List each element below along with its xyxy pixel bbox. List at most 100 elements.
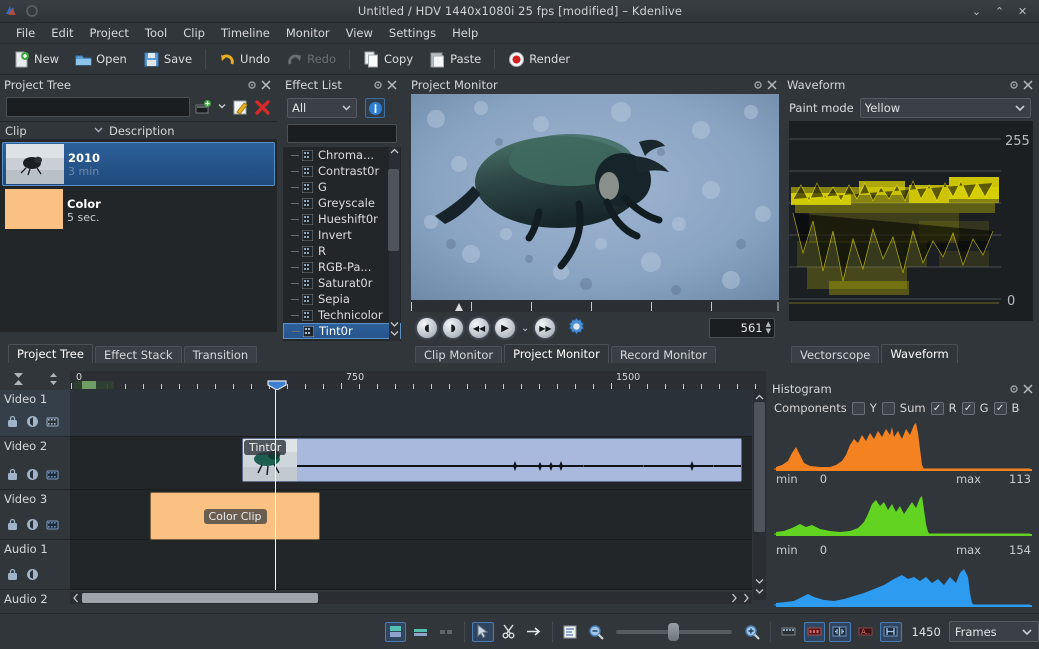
tab-record-monitor[interactable]: Record Monitor: [610, 346, 716, 363]
spinner-arrows-icon[interactable]: ▲ ▼: [763, 321, 771, 335]
razor-tool-button[interactable]: [498, 622, 519, 642]
list-item[interactable]: RGB-Pa...: [283, 259, 401, 275]
mute-speaker-icon[interactable]: [26, 468, 39, 484]
track-header-audio-1[interactable]: Audio 1: [0, 540, 70, 590]
list-item[interactable]: primaries: [283, 339, 401, 341]
timeline-horizontal-scrollbar[interactable]: [70, 592, 752, 604]
hide-video-icon[interactable]: [46, 415, 59, 431]
fit-zoom-button[interactable]: [559, 622, 580, 642]
list-item[interactable]: 2010 3 min: [2, 142, 275, 186]
list-item[interactable]: Color 5 sec.: [2, 188, 275, 232]
list-item[interactable]: Invert: [283, 227, 401, 243]
track-body-audio-1[interactable]: [70, 540, 752, 590]
minimize-button[interactable]: ⌄: [970, 5, 983, 18]
project-tree-search-input[interactable]: [6, 97, 190, 117]
mute-speaker-icon[interactable]: [26, 415, 39, 431]
delete-clip-icon[interactable]: [254, 99, 271, 116]
tab-project-monitor[interactable]: Project Monitor: [504, 344, 609, 363]
time-unit-select[interactable]: Frames: [948, 621, 1039, 642]
undo-button[interactable]: Undo: [212, 48, 277, 71]
menu-timeline[interactable]: Timeline: [213, 24, 278, 42]
menu-monitor[interactable]: Monitor: [278, 24, 338, 42]
timeline-view-1-button[interactable]: [384, 621, 407, 642]
zoom-slider[interactable]: [616, 622, 732, 641]
track-header-video-1[interactable]: Video 1: [0, 390, 70, 437]
panel-close-icon[interactable]: [1021, 78, 1035, 92]
scroll-down-arrow-2-icon[interactable]: [390, 327, 399, 340]
timeline-playhead[interactable]: [275, 390, 276, 590]
tab-effect-stack[interactable]: Effect Stack: [94, 346, 182, 363]
checkbox-r[interactable]: ✓: [930, 401, 944, 415]
list-item[interactable]: R: [283, 243, 401, 259]
list-item[interactable]: Saturat0r: [283, 275, 401, 291]
hide-video-icon[interactable]: [46, 468, 59, 484]
panel-settings-icon[interactable]: [1007, 78, 1021, 92]
monitor-video-frame[interactable]: [411, 94, 779, 300]
paste-button[interactable]: Paste: [422, 48, 488, 71]
waveform-canvas[interactable]: 255 0: [789, 121, 1033, 321]
tab-clip-monitor[interactable]: Clip Monitor: [415, 346, 503, 363]
panel-settings-icon[interactable]: [371, 78, 385, 92]
track-body-video-1[interactable]: [70, 390, 752, 437]
copy-button[interactable]: Copy: [356, 48, 420, 71]
lock-icon[interactable]: [6, 468, 19, 484]
menu-file[interactable]: File: [8, 24, 43, 42]
zoom-slider-handle[interactable]: [668, 622, 680, 641]
show-video-thumbs-button[interactable]: [803, 621, 826, 642]
menu-project[interactable]: Project: [82, 24, 137, 42]
checkbox-b[interactable]: ✓: [993, 401, 1007, 415]
show-markers-button[interactable]: A..: [855, 622, 876, 642]
panel-settings-icon[interactable]: [245, 78, 259, 92]
menu-clip[interactable]: Clip: [175, 24, 213, 42]
sort-chevron-down-icon[interactable]: [93, 125, 109, 137]
paint-mode-select[interactable]: Yellow: [859, 98, 1031, 118]
list-item[interactable]: Hueshift0r: [283, 211, 401, 227]
scroll-up-arrow-icon[interactable]: [390, 148, 399, 157]
checkbox-y[interactable]: [851, 401, 865, 415]
panel-close-icon[interactable]: [385, 78, 399, 92]
menu-tool[interactable]: Tool: [137, 24, 175, 42]
scroll-right-arrow-icon[interactable]: [731, 593, 738, 606]
edit-clip-icon[interactable]: [232, 99, 249, 116]
track-resize-icon[interactable]: [48, 372, 59, 389]
set-zone-end-button[interactable]: ◗: [443, 318, 463, 338]
tab-vectorscope[interactable]: Vectorscope: [791, 346, 880, 363]
monitor-settings-gear-icon[interactable]: [567, 317, 586, 339]
monitor-position-field[interactable]: 561 ▲ ▼: [709, 318, 775, 338]
chevron-down-icon[interactable]: [217, 101, 227, 114]
list-item[interactable]: Chroma...: [283, 147, 401, 163]
scrollbar-thumb[interactable]: [388, 169, 399, 251]
fit-zoom-project-button[interactable]: [880, 621, 902, 642]
checkbox-sum[interactable]: [881, 401, 895, 415]
scrollbar-thumb[interactable]: [82, 593, 318, 603]
track-header-video-2[interactable]: Video 2: [0, 437, 70, 490]
timeline-clip-video[interactable]: Tint0r: [242, 438, 742, 482]
list-item[interactable]: Technicolor: [283, 307, 401, 323]
track-body-video-3[interactable]: Color Clip: [70, 490, 752, 540]
timeline-vertical-scrollbar[interactable]: [753, 390, 766, 600]
timeline-view-2-button[interactable]: [410, 622, 431, 642]
scroll-down-arrow-2-icon[interactable]: [755, 585, 764, 598]
effect-category-select[interactable]: All: [287, 98, 357, 118]
spacer-tool-button[interactable]: [523, 622, 544, 642]
hide-video-icon[interactable]: [46, 518, 59, 534]
timeline-view-3-button[interactable]: [436, 622, 457, 642]
effect-list-scrollbar[interactable]: [388, 147, 400, 341]
open-button[interactable]: Open: [68, 48, 134, 71]
zoom-in-button[interactable]: [742, 622, 763, 642]
zoom-out-button[interactable]: [585, 622, 606, 642]
menu-settings[interactable]: Settings: [381, 24, 444, 42]
show-audio-thumbs-button[interactable]: [829, 621, 851, 642]
track-body-video-2[interactable]: Tint0r: [70, 437, 752, 490]
render-button[interactable]: Render: [501, 48, 577, 71]
track-height-icon[interactable]: [12, 372, 25, 389]
tab-waveform[interactable]: Waveform: [881, 344, 958, 363]
track-header-video-3[interactable]: Video 3: [0, 490, 70, 540]
new-button[interactable]: New: [6, 48, 66, 71]
info-icon[interactable]: [365, 98, 385, 118]
mute-speaker-icon[interactable]: [26, 568, 39, 584]
column-clip[interactable]: Clip: [5, 124, 93, 138]
play-button[interactable]: ▶: [495, 318, 515, 338]
panel-close-icon[interactable]: [259, 78, 273, 92]
lock-icon[interactable]: [6, 568, 19, 584]
